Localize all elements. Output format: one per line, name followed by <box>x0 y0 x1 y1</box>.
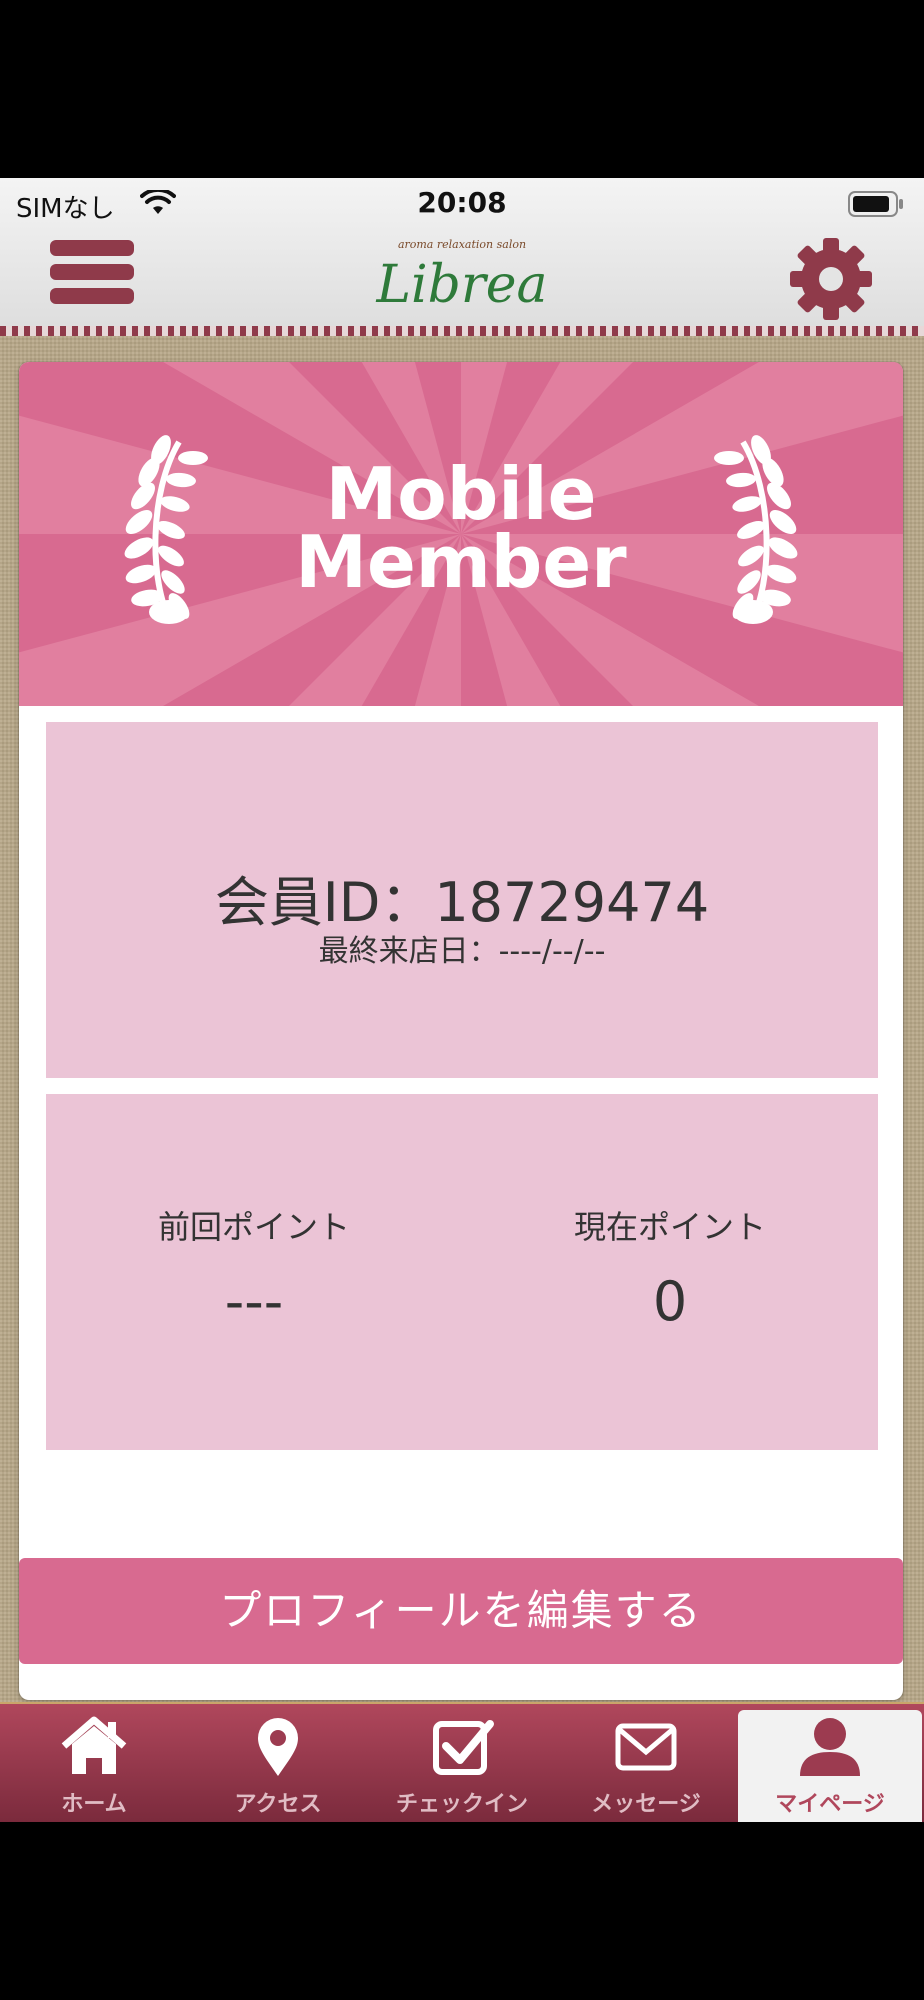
last-visit-date: 最終来店日：----/--/-- <box>318 934 606 969</box>
current-points-value: 0 <box>652 1270 688 1333</box>
top-bar: SIMなし 20:08 aroma relaxation salon Libre… <box>0 178 924 326</box>
member-card: Mobile Member 会員ID：18729474 最終来店日：----/-… <box>19 362 903 1700</box>
tab-mypage-label: マイページ <box>775 1792 885 1817</box>
tab-access-label: アクセス <box>234 1792 322 1817</box>
checkbox-icon <box>433 1720 494 1775</box>
tab-checkin-label: チェックイン <box>395 1792 528 1817</box>
status-bar: SIMなし 20:08 <box>0 178 924 228</box>
member-banner: Mobile Member <box>19 362 903 706</box>
banner-title-line2: Member <box>295 520 627 604</box>
banner-title-line1: Mobile <box>325 452 597 536</box>
tab-message[interactable]: メッセージ <box>554 1704 738 1822</box>
edit-profile-button[interactable]: プロフィールを編集する <box>19 1558 903 1664</box>
previous-points: 前回ポイント --- <box>46 1202 462 1333</box>
tab-message-label: メッセージ <box>591 1792 701 1817</box>
settings-button[interactable] <box>786 234 876 324</box>
battery-icon <box>848 191 903 217</box>
current-points: 現在ポイント 0 <box>462 1202 878 1333</box>
app-screen: SIMなし 20:08 aroma relaxation salon Libre… <box>0 178 924 1822</box>
previous-points-label: 前回ポイント <box>157 1208 350 1246</box>
tab-mypage[interactable]: マイページ <box>738 1710 922 1822</box>
clock: 20:08 <box>417 186 507 219</box>
tab-home-label: ホーム <box>61 1792 127 1817</box>
tab-access[interactable]: アクセス <box>186 1704 370 1822</box>
header-border <box>0 326 924 336</box>
tab-checkin[interactable]: チェックイン <box>370 1704 554 1822</box>
librea-logo: aroma relaxation salon Librea <box>375 238 547 315</box>
member-id-panel: 会員ID：18729474 最終来店日：----/--/-- <box>46 722 878 1078</box>
hamburger-icon <box>50 240 134 256</box>
points-panel: 前回ポイント --- 現在ポイント 0 <box>46 1094 878 1450</box>
logo-tagline: aroma relaxation salon <box>398 238 526 251</box>
envelope-icon <box>615 1723 677 1771</box>
tab-bar: ホーム アクセス チェックイン メッセージ マイページ <box>0 1702 924 1822</box>
banner-title: Mobile Member <box>19 452 903 604</box>
logo-name: Librea <box>375 255 547 315</box>
current-points-label: 現在ポイント <box>573 1208 766 1246</box>
home-icon <box>61 1716 127 1774</box>
user-icon <box>800 1718 860 1776</box>
app-header: aroma relaxation salon Librea <box>0 228 924 326</box>
tab-home[interactable]: ホーム <box>2 1704 186 1822</box>
previous-points-value: --- <box>224 1270 284 1333</box>
map-pin-icon <box>258 1718 298 1776</box>
menu-button[interactable] <box>50 240 134 312</box>
